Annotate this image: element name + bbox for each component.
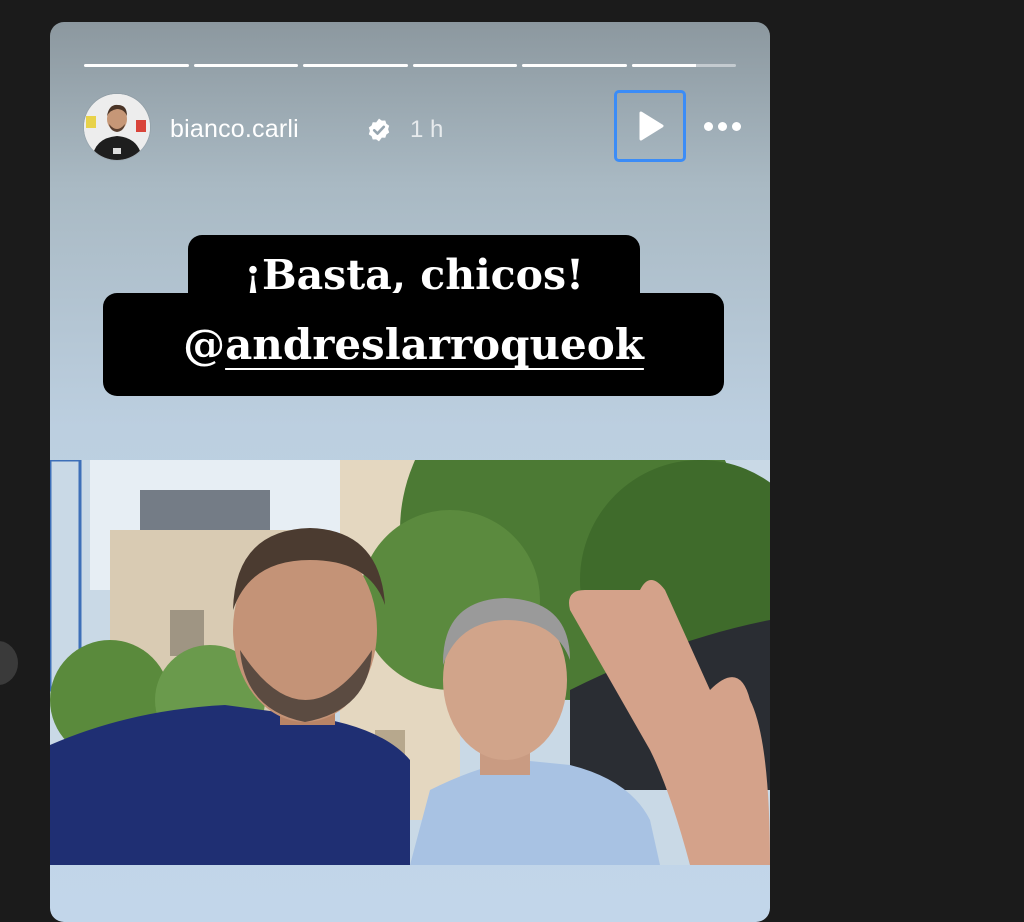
play-button[interactable]	[614, 90, 686, 162]
caption-text: ¡Basta, chicos!	[243, 251, 585, 299]
mention-username[interactable]: andreslarroqueok	[225, 320, 644, 369]
more-options-button[interactable]	[704, 122, 741, 131]
mention-prefix: @	[183, 320, 226, 369]
story-photo	[50, 460, 770, 865]
progress-segment	[303, 64, 408, 67]
play-icon	[639, 111, 664, 141]
caption-mention[interactable]: @ andreslarroqueok	[103, 293, 724, 396]
selfie-photo	[50, 460, 770, 865]
previous-story-button[interactable]	[0, 641, 18, 685]
story-progress-bar	[84, 64, 736, 67]
progress-segment	[631, 64, 736, 67]
story-username[interactable]: bianco.carli	[170, 115, 299, 144]
story-viewer: bianco.carli 1 h ¡Basta, chicos! @ andres…	[50, 22, 770, 922]
progress-segment	[84, 64, 189, 67]
more-icon	[704, 122, 713, 131]
progress-segment	[522, 64, 627, 67]
story-timestamp: 1 h	[410, 116, 444, 143]
progress-segment	[193, 64, 298, 67]
progress-segment	[412, 64, 517, 67]
story-header: bianco.carli 1 h	[84, 90, 744, 162]
more-icon-dot	[718, 122, 727, 131]
avatar[interactable]	[84, 94, 150, 160]
verified-badge-icon	[368, 118, 390, 142]
more-icon-dot	[732, 122, 741, 131]
avatar-image	[84, 94, 150, 160]
